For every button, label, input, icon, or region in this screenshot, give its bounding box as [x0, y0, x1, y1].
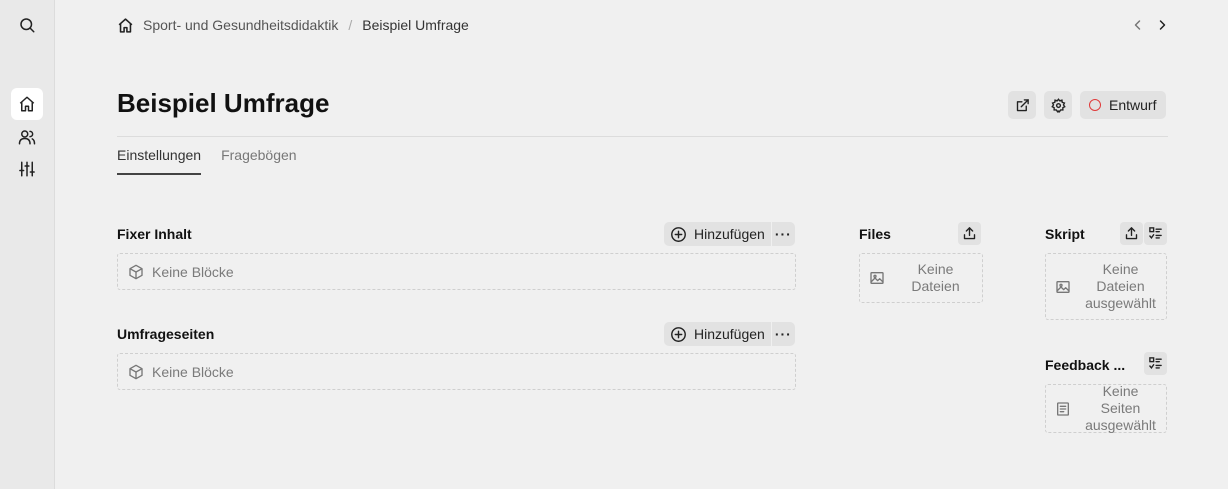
script-upload-button[interactable]	[1120, 222, 1143, 245]
empty-label: Keine Blöcke	[152, 263, 234, 280]
fixed-content-label: Fixer Inhalt	[117, 226, 192, 242]
breadcrumb-link-parent[interactable]: Sport- und Gesundheitsdidaktik	[143, 17, 338, 33]
breadcrumb-separator: /	[348, 17, 353, 33]
survey-pages-label: Umfrageseiten	[117, 326, 215, 342]
fixed-content-actions: Hinzufügen ···	[664, 222, 795, 246]
chevron-right-icon	[1159, 20, 1166, 30]
search-button[interactable]	[11, 9, 43, 41]
fixed-content-empty: Keine Blöcke	[117, 253, 796, 290]
survey-pages-add-button[interactable]: Hinzufügen	[664, 322, 771, 346]
feedback-label: Feedback ...	[1045, 357, 1126, 373]
external-link-icon	[1016, 98, 1029, 111]
page-title: Beispiel Umfrage	[117, 88, 330, 118]
status-label: Entwurf	[1109, 97, 1157, 113]
open-external-button[interactable]	[1008, 91, 1036, 119]
home-icon[interactable]	[117, 17, 134, 34]
survey-pages-empty: Keine Blöcke	[117, 353, 796, 390]
files-empty: Keine Dateien	[859, 253, 983, 303]
checklist-icon	[1149, 227, 1162, 240]
survey-pages-more-button[interactable]: ···	[770, 322, 795, 346]
back-button[interactable]	[1130, 16, 1146, 34]
tab-frageboegen[interactable]: Fragebögen	[221, 147, 297, 175]
home-icon	[19, 96, 35, 112]
sidebar-item-home[interactable]	[11, 88, 43, 120]
script-select-button[interactable]	[1144, 222, 1167, 245]
sidebar-item-settings[interactable]	[11, 153, 43, 185]
search-icon	[20, 18, 35, 33]
gear-icon	[1050, 97, 1066, 113]
sliders-icon	[19, 161, 35, 177]
image-icon	[870, 272, 884, 284]
fixed-content-add-button[interactable]: Hinzufügen	[664, 222, 771, 246]
feedback-select-button[interactable]	[1144, 352, 1167, 375]
header-divider	[117, 136, 1168, 137]
image-icon	[1056, 280, 1070, 293]
cube-icon	[129, 364, 143, 379]
tab-bar: Einstellungen Fragebögen	[117, 147, 297, 175]
fixed-content-more-button[interactable]: ···	[770, 222, 795, 246]
tab-einstellungen[interactable]: Einstellungen	[117, 147, 202, 175]
forward-button[interactable]	[1154, 16, 1170, 34]
plus-circle-icon	[671, 226, 686, 242]
header-actions: Entwurf	[1008, 91, 1167, 119]
add-label: Hinzufügen	[694, 226, 765, 242]
history-navigation	[1130, 16, 1170, 34]
breadcrumb: Sport- und Gesundheitsdidaktik / Beispie…	[117, 16, 469, 34]
cube-icon	[129, 264, 143, 279]
upload-icon	[963, 227, 976, 240]
empty-label: Keine Blöcke	[152, 363, 234, 380]
feedback-empty: Keine Seiten ausgewählt	[1045, 383, 1167, 433]
document-icon	[1057, 401, 1069, 416]
plus-circle-icon	[671, 326, 686, 342]
breadcrumb-current: Beispiel Umfrage	[362, 17, 469, 33]
empty-label: Keine Dateien ausgewählt	[1085, 261, 1156, 311]
survey-pages-actions: Hinzufügen ···	[664, 322, 795, 346]
status-button[interactable]: Entwurf	[1080, 91, 1167, 119]
upload-icon	[1125, 227, 1138, 240]
sidebar	[0, 0, 55, 489]
files-label: Files	[859, 226, 891, 242]
sidebar-item-users[interactable]	[11, 121, 43, 153]
checklist-icon	[1149, 357, 1162, 370]
settings-button[interactable]	[1044, 91, 1072, 119]
script-label: Skript	[1045, 226, 1085, 242]
empty-label: Keine Seiten ausgewählt	[1085, 383, 1156, 433]
status-circle-icon	[1089, 99, 1101, 111]
add-label: Hinzufügen	[694, 326, 765, 342]
empty-label: Keine Dateien	[911, 261, 960, 294]
chevron-left-icon	[1134, 20, 1141, 30]
script-empty: Keine Dateien ausgewählt	[1045, 253, 1167, 320]
users-icon	[18, 130, 36, 145]
files-upload-button[interactable]	[958, 222, 981, 245]
